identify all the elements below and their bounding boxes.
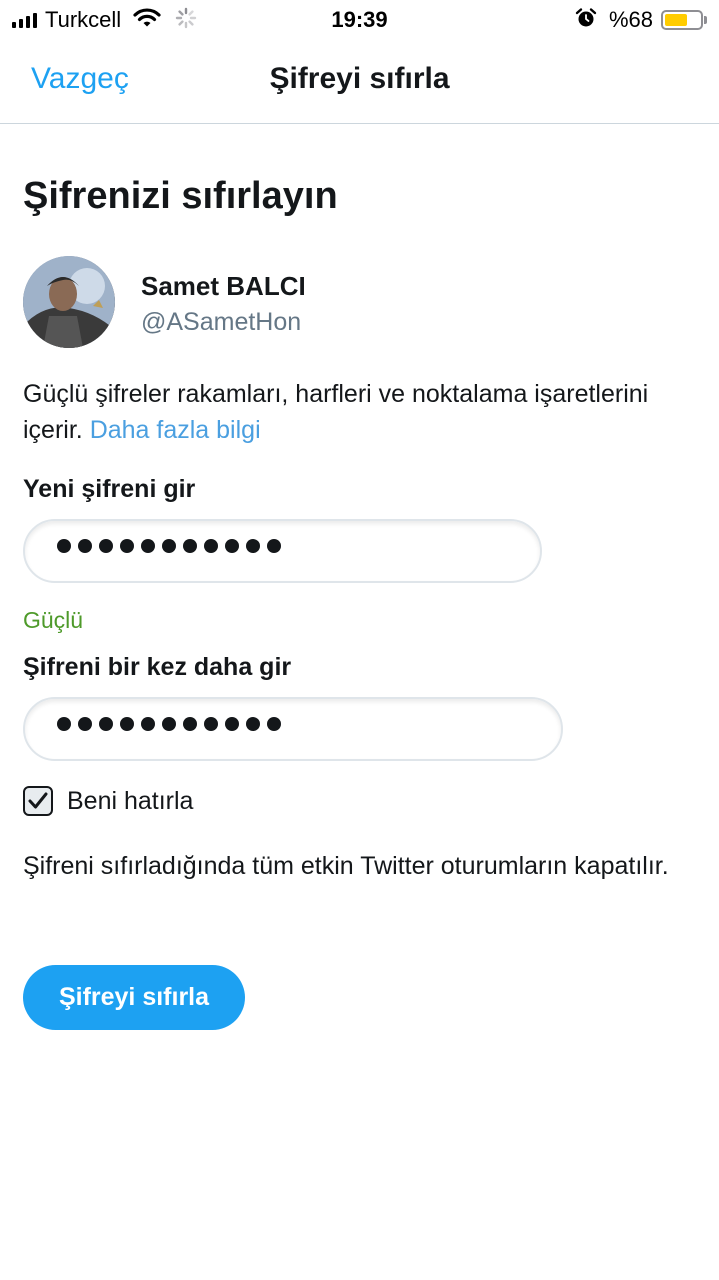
remember-me-label: Beni hatırla [67,786,194,815]
password-mask-dot [204,717,218,731]
confirm-password-input[interactable] [23,697,563,761]
password-info-text: Güçlü şifreler rakamları, harfleri ve no… [23,376,703,448]
password-mask-dot [78,717,92,731]
password-mask-dot [267,539,281,553]
password-mask-dot [246,539,260,553]
status-bar: Turkcell 19:39 %68 [0,0,719,40]
learn-more-link[interactable]: Daha fazla bilgi [90,416,261,444]
password-strength: Güçlü [23,607,84,633]
password-mask-dot [267,717,281,731]
password-mask-dot [204,539,218,553]
avatar [23,256,115,348]
password-mask-dot [225,717,239,731]
password-mask-dot [183,717,197,731]
page-title: Şifrenizi sıfırlayın [23,175,338,217]
remember-me-toggle[interactable]: Beni hatırla [23,786,193,816]
battery-icon [661,10,703,30]
user-name: Samet BALCI [141,271,306,301]
password-mask-dot [99,539,113,553]
alarm-icon [575,7,597,34]
remember-me-checkbox[interactable] [23,786,53,816]
battery-nub [704,16,707,24]
session-notice: Şifreni sıfırladığında tüm etkin Twitter… [23,852,669,880]
new-password-input[interactable] [23,519,542,583]
password-mask-dot [78,539,92,553]
password-mask-dot [120,717,134,731]
password-mask-dot [57,539,71,553]
new-password-label: Yeni şifreni gir [23,475,196,503]
nav-bar: Vazgeç Şifreyi sıfırla [0,40,719,124]
reset-password-button[interactable]: Şifreyi sıfırla [23,965,245,1030]
password-mask-dot [162,717,176,731]
confirm-password-dots [57,717,281,731]
confirm-password-label: Şifreni bir kez daha gir [23,653,292,681]
checkmark-icon [28,792,48,809]
password-mask-dot [141,539,155,553]
password-mask-dot [246,717,260,731]
password-mask-dot [99,717,113,731]
password-mask-dot [57,717,71,731]
new-password-dots [57,539,281,553]
battery-percentage: %68 [608,7,653,32]
password-mask-dot [120,539,134,553]
password-mask-dot [183,539,197,553]
password-mask-dot [225,539,239,553]
nav-title: Şifreyi sıfırla [269,62,450,95]
password-mask-dot [141,717,155,731]
password-mask-dot [162,539,176,553]
user-handle: @ASametHon [141,308,302,336]
